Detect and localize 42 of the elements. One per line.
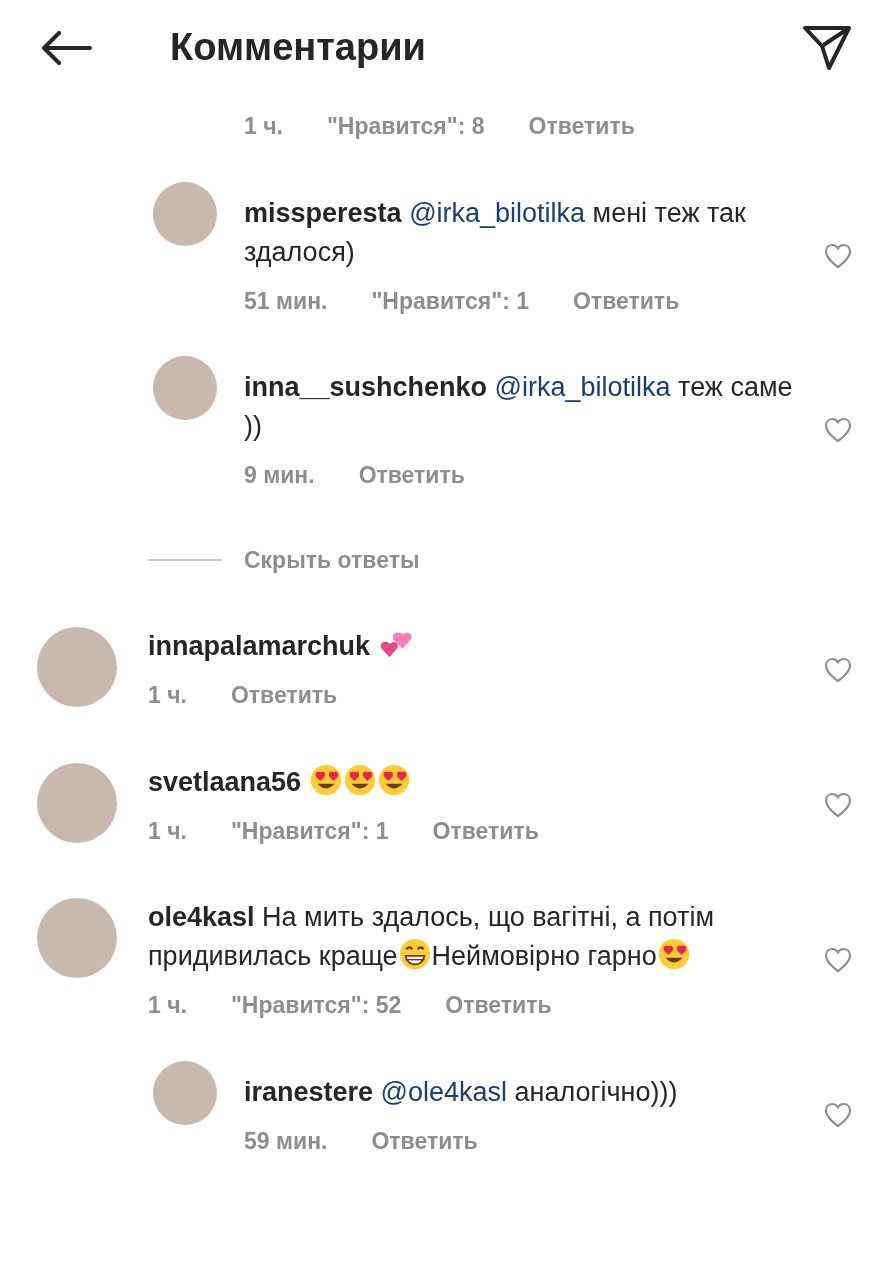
- time-label: 1 ч.: [244, 112, 283, 141]
- time-label: 1 ч.: [148, 816, 187, 846]
- reply-link[interactable]: Ответить: [230, 678, 338, 713]
- like-heart-icon[interactable]: [824, 1102, 852, 1129]
- reply-link[interactable]: Ответить: [358, 458, 465, 493]
- time-label: 1 ч.: [148, 991, 187, 1020]
- page-title: Комментарии: [170, 25, 426, 70]
- time-label: 51 мин.: [244, 286, 328, 316]
- mention-link[interactable]: @irka_bilotilka: [494, 372, 671, 402]
- like-heart-icon[interactable]: [824, 417, 852, 444]
- time-label: 59 мин.: [244, 1126, 328, 1156]
- send-icon[interactable]: [802, 24, 852, 71]
- comment-text: svetlaana56: [148, 762, 804, 802]
- comment-text: innapalamarchuk: [148, 627, 804, 666]
- comment-text: missperesta @irka_bilotilka мені теж так здалося): [244, 196, 747, 269]
- time-label: 9 мин.: [244, 461, 315, 490]
- heart-eyes-emoji-icon: [376, 762, 411, 797]
- heart-eyes-emoji-icon: [308, 762, 343, 797]
- likes-link[interactable]: "Нравится": 8: [326, 109, 485, 144]
- reply-link[interactable]: Ответить: [528, 109, 635, 144]
- likes-link[interactable]: "Нравится": 1: [371, 283, 529, 318]
- reply-link[interactable]: Ответить: [573, 283, 680, 318]
- time-label: 1 ч.: [148, 681, 187, 710]
- like-heart-icon[interactable]: [824, 656, 852, 683]
- heart-eyes-emoji-icon: [656, 937, 691, 971]
- likes-link[interactable]: "Нравится": 52: [230, 988, 402, 1023]
- reply-link[interactable]: Ответить: [371, 1123, 478, 1158]
- reply-link[interactable]: Ответить: [445, 988, 552, 1023]
- likes-link[interactable]: "Нравится": 1: [230, 813, 389, 848]
- mention-link[interactable]: @ole4kasl: [380, 1076, 508, 1107]
- mention-link[interactable]: @irka_bilotilka: [409, 197, 586, 228]
- hide-replies-button[interactable]: Скрыть ответы: [244, 542, 420, 577]
- comment-text: ole4kasl На мить здалось, що вагітні, а потім придивилась краще Неймовірно гарно: [148, 901, 715, 973]
- reply-link[interactable]: Ответить: [432, 813, 539, 848]
- comment-text: inna__sushchenko @irka_bilotilka теж саме )): [244, 371, 794, 443]
- like-heart-icon[interactable]: [824, 242, 852, 269]
- heart-eyes-emoji-icon: [342, 762, 377, 797]
- comment-text: iranestere @ole4kasl аналогічно))): [244, 1075, 679, 1109]
- like-heart-icon[interactable]: [824, 947, 852, 974]
- like-heart-icon[interactable]: [824, 792, 852, 819]
- grin-emoji-icon: [397, 937, 432, 971]
- back-arrow-icon[interactable]: [40, 30, 92, 65]
